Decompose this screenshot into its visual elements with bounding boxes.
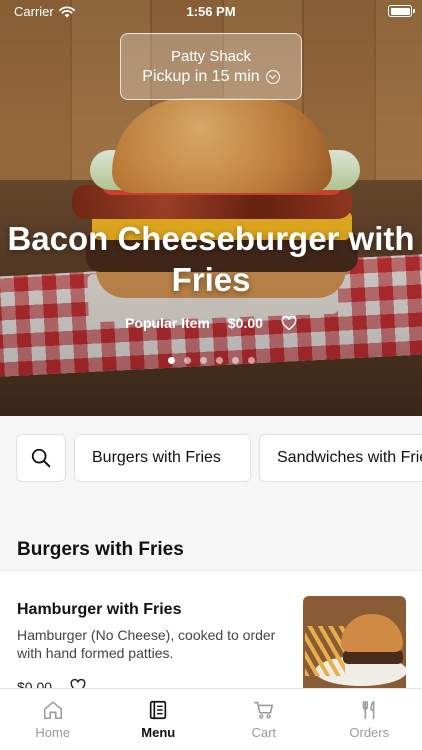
category-chip-sandwiches[interactable]: Sandwiches with Fries <box>259 434 422 482</box>
carousel-page-indicator[interactable] <box>0 357 422 364</box>
pickup-time-row: Pickup in 15 min <box>121 68 301 86</box>
menu-book-icon <box>150 700 167 720</box>
utensils-icon <box>362 700 375 720</box>
tab-cart[interactable]: Cart <box>211 689 317 750</box>
carousel-dot[interactable] <box>247 357 255 364</box>
chevron-down-circle-icon <box>265 70 280 84</box>
section-title: Burgers with Fries <box>17 539 184 560</box>
featured-price: $0.00 <box>227 315 263 331</box>
home-icon <box>43 701 62 720</box>
carousel-dot[interactable] <box>215 357 223 364</box>
search-button[interactable] <box>16 434 66 482</box>
featured-item-meta: Popular Item $0.00 <box>0 315 422 331</box>
carousel-dot[interactable] <box>231 357 239 364</box>
tab-menu-label: Menu <box>141 725 176 740</box>
featured-item-title: Bacon Cheeseburger with Fries <box>7 220 415 298</box>
tab-orders-label: Orders <box>349 725 390 740</box>
status-bar: Carrier 1:56 PM <box>0 0 422 24</box>
tab-cart-label: Cart <box>251 725 277 740</box>
tab-menu[interactable]: Menu <box>106 689 212 750</box>
tab-orders[interactable]: Orders <box>317 689 422 750</box>
tab-home[interactable]: Home <box>0 689 106 750</box>
featured-tag: Popular Item <box>125 315 210 331</box>
category-chip-burgers[interactable]: Burgers with Fries <box>74 434 251 482</box>
menu-item-name: Hamburger with Fries <box>17 601 182 618</box>
featured-hero[interactable]: Carrier 1:56 PM Patty Shack Pickup in 15… <box>0 0 422 416</box>
search-icon <box>31 448 51 468</box>
pickup-time-label: Pickup in 15 min <box>142 68 260 85</box>
menu-item-image <box>303 596 406 690</box>
tab-home-label: Home <box>35 725 71 740</box>
clock: 1:56 PM <box>186 4 236 19</box>
cart-icon <box>253 701 273 719</box>
menu-item-description: Hamburger (No Cheese), cooked to order w… <box>17 627 276 661</box>
battery-icon <box>388 5 415 17</box>
menu-item-card[interactable]: Hamburger with Fries Hamburger (No Chees… <box>0 570 422 690</box>
tab-bar: Home Menu Cart Orders <box>0 688 422 750</box>
heart-icon[interactable] <box>281 315 297 331</box>
carousel-dot[interactable] <box>183 357 191 364</box>
carousel-dot[interactable] <box>199 357 207 364</box>
store-name: Patty Shack <box>170 48 252 65</box>
category-bar: Burgers with Fries Sandwiches with Fries <box>0 416 422 502</box>
carousel-dot[interactable] <box>167 357 175 364</box>
store-pickup-selector[interactable]: Patty Shack Pickup in 15 min <box>120 33 302 100</box>
